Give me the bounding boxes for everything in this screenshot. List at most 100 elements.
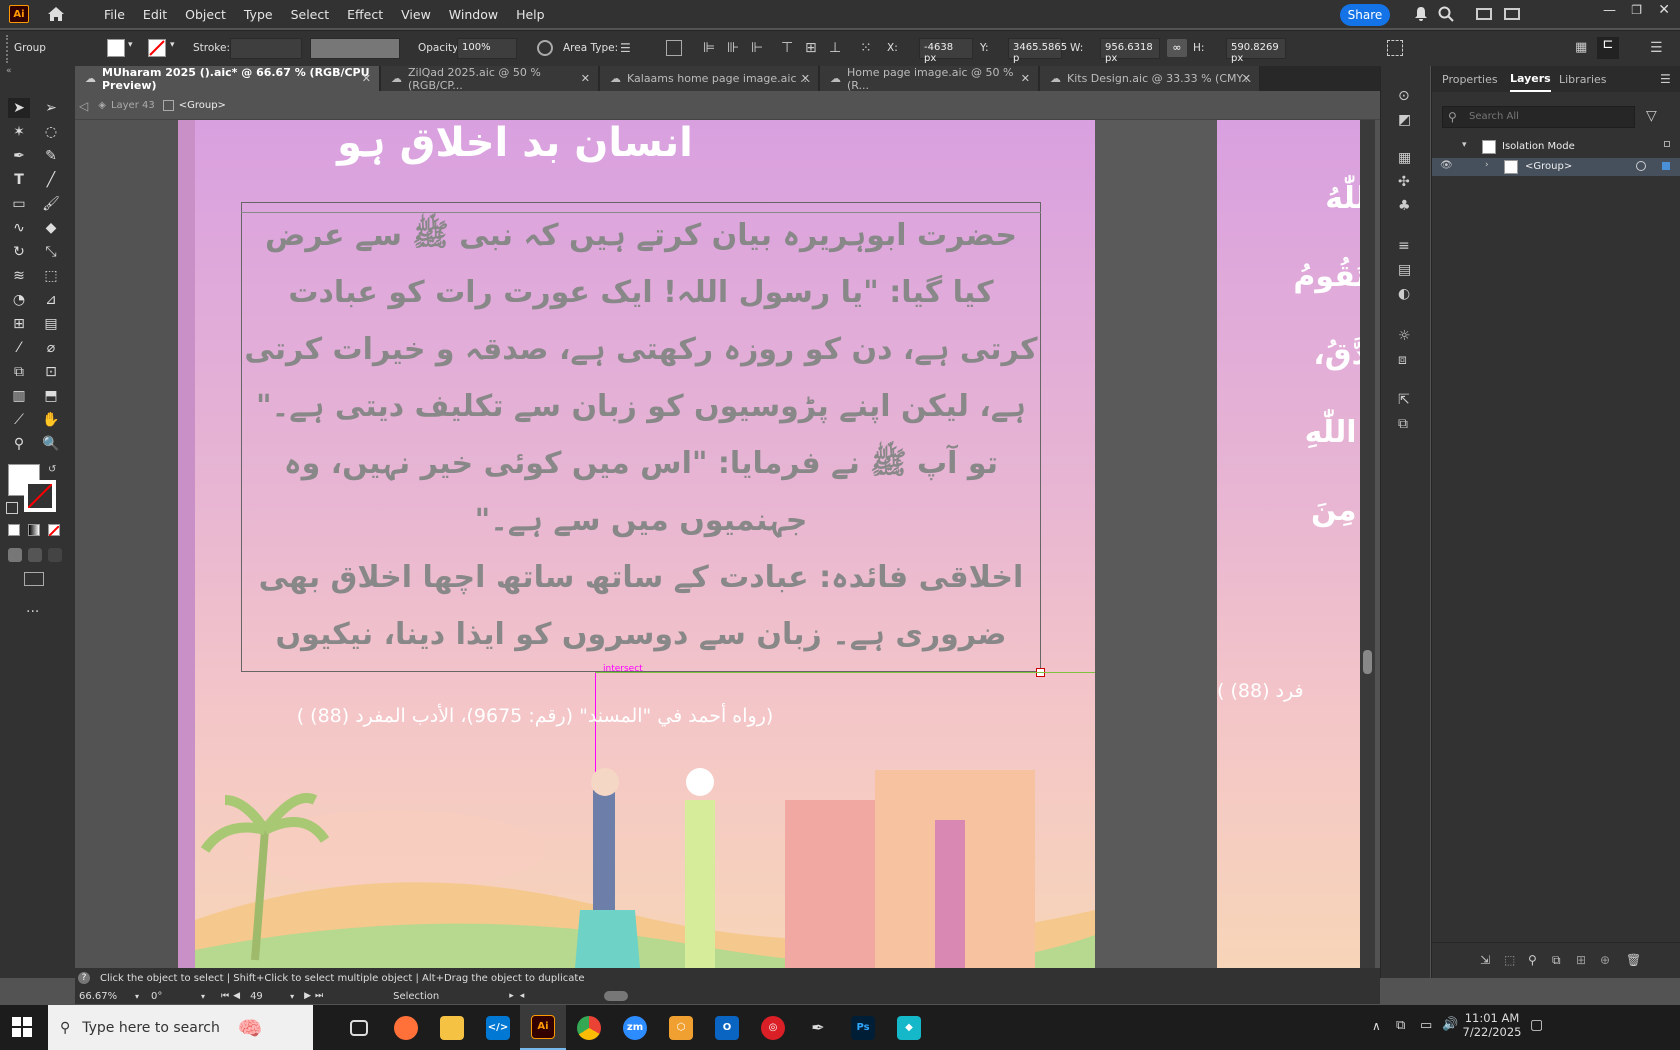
graphic-styles-icon[interactable]: ◩ (1398, 112, 1411, 128)
menu-help[interactable]: Help (507, 7, 554, 22)
reference-point-icon[interactable]: ⁙ (860, 40, 872, 56)
menu-type[interactable]: Type (235, 7, 282, 22)
artboard-dropdown-icon[interactable]: ▾ (290, 992, 294, 1001)
notifications-icon[interactable]: ▢ (1530, 1017, 1543, 1033)
stroke-dropdown-icon[interactable]: ▾ (170, 40, 175, 50)
rotate-field[interactable]: 0° (151, 991, 201, 1002)
layer-row[interactable]: ▾ Isolation Mode (1432, 138, 1680, 156)
make-clipping-mask-icon[interactable]: ⬚ (1504, 953, 1515, 967)
app-icon[interactable]: ◆ (886, 1005, 932, 1050)
menu-view[interactable]: View (392, 7, 440, 22)
taskbar-search-box[interactable]: ⚲ Type here to search 🧠 (48, 1005, 313, 1050)
free-transform-tool-icon[interactable]: ⬚ (40, 266, 62, 286)
blend-tool-icon[interactable]: ⧉ (8, 362, 30, 382)
network-icon[interactable]: ▭ (1420, 1018, 1432, 1033)
tab-muharam[interactable]: ☁ MUharam 2025 ().aic* @ 66.67 % (RGB/CP… (75, 66, 380, 92)
mesh-tool-icon[interactable]: ⊞ (8, 314, 30, 334)
prev-artboard-icon[interactable]: ◀ (233, 991, 240, 1001)
zoom-field[interactable]: 66.67% (79, 991, 135, 1002)
close-tab-icon[interactable]: ✕ (1021, 72, 1030, 85)
landscape-illustration[interactable] (195, 760, 1095, 968)
line-tool-icon[interactable]: ╱ (40, 170, 62, 190)
delete-layer-icon[interactable]: 🗑 (1626, 953, 1641, 967)
adjacent-artboard[interactable]: للّٰهُ تَقُومُ دَّقُ، ُ اللّٰهِ ُ مِنَ ف… (1217, 120, 1375, 968)
expand-chevron-icon[interactable]: ▾ (1462, 140, 1467, 150)
default-fill-stroke-icon[interactable] (6, 502, 18, 514)
reference-text[interactable]: (رواه أحمد في "المسند" (رقم: 9675)، الأد… (275, 705, 795, 727)
panel-options-icon[interactable]: ☰ (1660, 72, 1671, 86)
perspective-grid-tool-icon[interactable]: ⊿ (40, 290, 62, 310)
task-view-icon[interactable] (336, 1005, 382, 1050)
width-field[interactable]: 956.6318 px (1100, 38, 1160, 64)
draw-normal-icon[interactable] (8, 548, 22, 562)
scroll-left-icon[interactable]: ◂ (520, 991, 525, 1001)
selection-tool-icon[interactable]: ➤ (8, 98, 30, 118)
visibility-eye-icon[interactable]: 👁 (1440, 160, 1453, 171)
tab-layers[interactable]: Layers (1510, 66, 1551, 92)
tab-zilqad[interactable]: ☁ ZilQad 2025.aic @ 50 % (RGB/CP... ✕ (381, 66, 599, 92)
text-wrap-icon[interactable]: ⊏ (1597, 37, 1619, 59)
home-icon[interactable] (43, 2, 69, 26)
breadcrumb-group[interactable]: <Group> (179, 100, 226, 111)
zoom-app-icon[interactable]: zm (612, 1005, 658, 1050)
creative-cloud-icon[interactable]: ◎ (750, 1005, 796, 1050)
gradient-tool-icon[interactable]: ▤ (40, 314, 62, 334)
rectangle-tool-icon[interactable]: ▭ (8, 194, 30, 214)
align-center-icon[interactable]: ⊪ (727, 40, 739, 56)
shape-builder-tool-icon[interactable]: ◔ (8, 290, 30, 310)
rotate-dropdown-icon[interactable]: ▾ (201, 992, 205, 1001)
create-sublayer-icon[interactable]: ⧉ (1552, 953, 1561, 968)
collapse-toolbar-icon[interactable]: « (6, 66, 12, 76)
height-field[interactable]: 590.8269 px (1226, 38, 1286, 64)
measure-tool-icon[interactable]: ⌀ (40, 338, 62, 358)
vertical-scrollbar[interactable] (1360, 120, 1375, 968)
align-middle-icon[interactable]: ⊞ (805, 40, 817, 56)
eyedropper-tool-icon[interactable]: ⁄ (8, 338, 30, 358)
none-mode-icon[interactable] (48, 524, 60, 537)
hand-tool-icon[interactable]: ✋ (40, 410, 62, 430)
tray-chevron-icon[interactable]: ∧ (1372, 1019, 1381, 1033)
chrome-icon[interactable] (566, 1005, 612, 1050)
new-layer-icon[interactable]: ⊞ (1576, 953, 1586, 967)
align-left-icon[interactable]: ⊫ (703, 40, 715, 56)
layers-search-input[interactable]: Search All (1442, 106, 1635, 128)
shaper-tool-icon[interactable]: ∿ (8, 218, 30, 238)
menu-effect[interactable]: Effect (338, 7, 392, 22)
draw-inside-icon[interactable] (48, 548, 62, 562)
stroke-color-swatch[interactable] (24, 480, 56, 512)
minimize-icon[interactable]: — (1603, 3, 1616, 18)
stroke-swatch[interactable] (148, 39, 166, 57)
zoom-tool-icon[interactable]: 🔍 (40, 434, 62, 454)
artboard[interactable]: انسان بد اخلاق ہو حضرت ابوہریرہ بیان کرت… (195, 120, 1375, 968)
selection-indicator[interactable] (1662, 162, 1670, 170)
recolor-artwork-icon[interactable] (537, 40, 553, 56)
area-type-options-icon[interactable]: ☰ (620, 41, 631, 55)
canvas-area[interactable]: انسان بد اخلاق ہو حضرت ابوہریرہ بیان کرت… (75, 120, 1375, 968)
fill-dropdown-icon[interactable]: ▾ (128, 40, 133, 50)
scale-tool-icon[interactable]: ⤡ (40, 242, 62, 262)
x-field[interactable]: -4638 px (919, 38, 973, 64)
image-trace-icon[interactable]: ⧈ (1398, 352, 1407, 368)
menu-edit[interactable]: Edit (134, 7, 176, 22)
text-frame[interactable]: حضرت ابوہریرہ بیان کرتے ہیں کہ نبی ﷺ سے … (241, 202, 1045, 677)
paintbrush-tool-icon[interactable]: 🖌 (40, 194, 62, 214)
export-icon[interactable]: ⇱ (1398, 392, 1410, 408)
clock[interactable]: 11:01 AM 7/22/2025 (1462, 1011, 1522, 1039)
color-guide-icon[interactable]: ☼ (1398, 328, 1411, 344)
align-right-icon[interactable]: ⊩ (751, 40, 763, 56)
tab-properties[interactable]: Properties (1442, 66, 1498, 92)
illustrator-taskbar-icon[interactable]: Ai (520, 1005, 566, 1050)
transparency-icon[interactable]: ◐ (1398, 286, 1410, 302)
vertical-scroll-thumb[interactable] (1363, 650, 1372, 674)
draw-behind-icon[interactable] (28, 548, 42, 562)
workspace-icon[interactable] (1504, 8, 1520, 20)
opacity-field[interactable]: 100% (457, 38, 517, 59)
volume-icon[interactable]: 🔊 (1442, 1017, 1458, 1032)
new-layer-plus-icon[interactable]: ⊕ (1600, 953, 1610, 967)
appearance-panel-icon[interactable]: ⊙ (1398, 88, 1410, 104)
last-artboard-icon[interactable]: ⏭ (315, 991, 323, 1001)
align-top-icon[interactable]: ⊤ (781, 40, 793, 56)
close-tab-icon[interactable]: ✕ (1242, 72, 1251, 85)
direct-selection-tool-icon[interactable]: ➢ (40, 98, 62, 118)
swatches-icon[interactable]: ▦ (1398, 150, 1411, 166)
